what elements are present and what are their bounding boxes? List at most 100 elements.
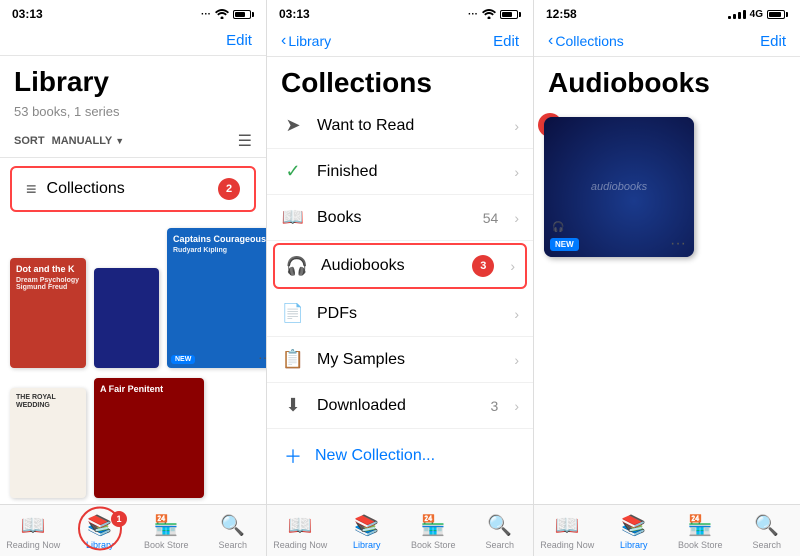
tab-bookstore-1[interactable]: 🏪 Book Store <box>133 509 200 554</box>
badge-1: 1 <box>111 511 127 527</box>
collection-item-pdfs[interactable]: 📄 PDFs › <box>267 291 533 337</box>
bookstore-icon-2: 🏪 <box>421 513 446 538</box>
status-icons-1: ··· <box>201 9 254 20</box>
audiobook-new-badge: NEW <box>550 238 579 251</box>
collection-name-books: Books <box>317 209 471 227</box>
battery-icon-2 <box>500 10 521 19</box>
dots-2: ··· <box>468 9 478 20</box>
chevron-left-icon-2: ‹ <box>281 32 286 50</box>
collections-icon: ≡ <box>26 179 37 200</box>
audiobook-more-dots[interactable]: ··· <box>670 235 686 253</box>
status-bar-3: 12:58 4G <box>534 0 800 28</box>
time-1: 03:13 <box>12 7 43 21</box>
collection-name-pdfs: PDFs <box>317 305 502 323</box>
subtitle-1: 53 books, 1 series <box>0 102 266 125</box>
audiobook-item-1[interactable]: 4 audiobooks NEW ··· 🎧 <box>544 117 694 267</box>
status-bar-1: 03:13 ··· <box>0 0 266 28</box>
books-row-2: THE ROYAL WEDDING A Fair Penitent <box>10 378 256 498</box>
book-title-1: Dot and the K <box>16 264 80 275</box>
book-cover-1[interactable]: Dot and the K Dream Psychology Sigmund F… <box>10 258 86 368</box>
back-label-2: Library <box>288 33 331 49</box>
tab-bookstore-2[interactable]: 🏪 Book Store <box>400 509 467 554</box>
tab-bookstore-3[interactable]: 🏪 Book Store <box>667 509 734 554</box>
books-count: 54 <box>483 210 499 226</box>
audiobook-cover-1: audiobooks NEW ··· 🎧 <box>544 117 694 257</box>
back-button-2[interactable]: ‹ Library <box>281 32 331 50</box>
want-to-read-icon: ➤ <box>281 115 305 136</box>
tab-label-library-3: Library <box>620 540 648 550</box>
tab-label-reading-now-2: Reading Now <box>273 540 327 550</box>
book-cover-3[interactable]: Captains Courageous Rudyard Kipling NEW … <box>167 228 266 368</box>
chevron-right-downloaded: › <box>514 398 519 414</box>
badge-2: 2 <box>218 178 240 200</box>
books-grid: Dot and the K Dream Psychology Sigmund F… <box>0 220 266 504</box>
tab-label-search-3: Search <box>752 540 781 550</box>
reading-now-icon-1: 📖 <box>21 513 46 538</box>
grid-list-icon[interactable]: ☰ <box>238 131 252 151</box>
tab-bar-1: 📖 Reading Now 1 📚 Library 🏪 Book Store 🔍… <box>0 504 266 556</box>
tab-reading-now-3[interactable]: 📖 Reading Now <box>534 509 601 554</box>
tab-reading-now-2[interactable]: 📖 Reading Now <box>267 509 334 554</box>
collection-name-finished: Finished <box>317 163 502 181</box>
collection-name-want-to-read: Want to Read <box>317 117 502 135</box>
library-icon-2: 📚 <box>354 513 379 538</box>
tab-reading-now-1[interactable]: 📖 Reading Now <box>0 509 67 554</box>
book-cover-4[interactable]: THE ROYAL WEDDING <box>10 388 86 498</box>
status-icons-3: 4G <box>728 9 788 20</box>
back-button-3[interactable]: ‹ Collections <box>548 32 624 50</box>
time-3: 12:58 <box>546 7 577 21</box>
collection-name-audiobooks: Audiobooks <box>321 257 460 275</box>
tab-search-2[interactable]: 🔍 Search <box>467 509 534 554</box>
audiobook-label: audiobooks <box>591 181 647 193</box>
signal-icon-1: ··· <box>201 9 211 20</box>
tab-library-1[interactable]: 1 📚 Library <box>67 509 134 554</box>
chevron-right-audiobooks: › <box>510 258 515 274</box>
audiobooks-panel: 12:58 4G ‹ Collections Edit Audiobooks <box>534 0 800 556</box>
library-panel: 03:13 ··· Edit Library 53 books, 1 serie… <box>0 0 267 556</box>
new-badge-3: NEW <box>171 355 195 364</box>
book-title-4: THE ROYAL WEDDING <box>16 394 80 411</box>
edit-button-3[interactable]: Edit <box>760 33 786 50</box>
books-icon: 📖 <box>281 207 305 228</box>
nav-bar-2: ‹ Library Edit <box>267 28 533 57</box>
sort-label[interactable]: SORT MANUALLY ▼ <box>14 135 124 147</box>
collection-name-my-samples: My Samples <box>317 351 502 369</box>
back-label-3: Collections <box>555 33 623 49</box>
collections-list: ➤ Want to Read › ✓ Finished › 📖 Books 54… <box>267 103 533 504</box>
bookstore-icon-1: 🏪 <box>154 513 179 538</box>
tab-search-3[interactable]: 🔍 Search <box>734 509 800 554</box>
more-dots-3[interactable]: ··· <box>258 349 266 365</box>
collections-row[interactable]: ≡ Collections 2 <box>10 166 256 212</box>
tab-label-bookstore-2: Book Store <box>411 540 456 550</box>
edit-button-1[interactable]: Edit <box>226 32 252 49</box>
book-cover-5[interactable]: A Fair Penitent <box>94 378 204 498</box>
battery-icon-3 <box>767 10 788 19</box>
new-collection-label: New Collection... <box>315 447 435 465</box>
collection-item-my-samples[interactable]: 📋 My Samples › <box>267 337 533 383</box>
tab-library-3[interactable]: 📚 Library <box>601 509 668 554</box>
chevron-right-books: › <box>514 210 519 226</box>
tab-label-search-2: Search <box>485 540 514 550</box>
page-title-3: Audiobooks <box>534 57 800 103</box>
audiobooks-grid: 4 audiobooks NEW ··· 🎧 <box>534 103 800 504</box>
my-samples-icon: 📋 <box>281 349 305 370</box>
collection-item-finished[interactable]: ✓ Finished › <box>267 149 533 195</box>
tab-label-bookstore-1: Book Store <box>144 540 189 550</box>
collection-item-books[interactable]: 📖 Books 54 › <box>267 195 533 241</box>
status-icons-2: ··· <box>468 9 521 20</box>
tab-library-2[interactable]: 📚 Library <box>334 509 401 554</box>
collection-item-downloaded[interactable]: ⬇ Downloaded 3 › <box>267 383 533 429</box>
audiobooks-icon: 🎧 <box>285 256 309 277</box>
collection-item-audiobooks[interactable]: 🎧 Audiobooks 3 › <box>273 243 527 289</box>
search-icon-1: 🔍 <box>220 513 245 538</box>
collection-item-want-to-read[interactable]: ➤ Want to Read › <box>267 103 533 149</box>
new-collection-item[interactable]: ＋ New Collection... <box>267 429 533 483</box>
reading-now-icon-2: 📖 <box>288 513 313 538</box>
book-author-3: Rudyard Kipling <box>173 247 266 254</box>
edit-button-2[interactable]: Edit <box>493 33 519 50</box>
wifi-icon-1 <box>215 9 229 19</box>
collections-panel: 03:13 ··· ‹ Library Edit Collections ➤ <box>267 0 534 556</box>
tab-search-1[interactable]: 🔍 Search <box>200 509 267 554</box>
book-title-5: A Fair Penitent <box>100 384 198 395</box>
book-cover-2[interactable] <box>94 268 159 368</box>
